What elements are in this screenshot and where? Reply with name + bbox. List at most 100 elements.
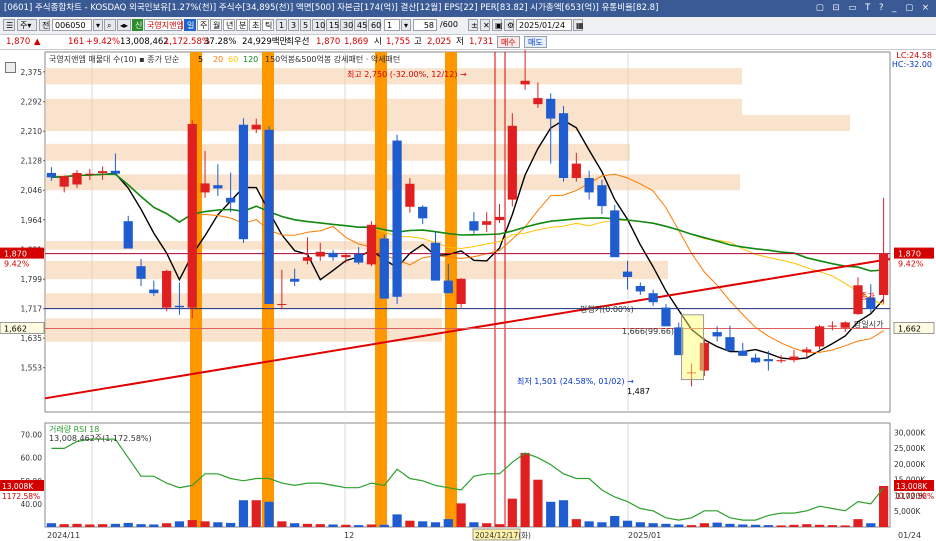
date-input[interactable]: 2025/01/24 — [516, 19, 572, 31]
cross-icon[interactable]: ✕ — [480, 19, 490, 31]
current-price-badge-text: 1,870 — [4, 250, 27, 259]
candle-body — [878, 253, 889, 295]
sub-right-tick: 25,000K — [894, 444, 926, 453]
chart-options-icon[interactable] — [5, 62, 16, 73]
volume-bar — [853, 519, 863, 527]
stock-chart[interactable]: 2,3752,2922,2102,1282,0461,9641,8811,799… — [0, 50, 936, 541]
candle-body — [149, 289, 159, 294]
sub-right-tick: 20,000K — [894, 460, 926, 469]
min-30[interactable]: 30 — [340, 19, 353, 31]
volume-bar — [162, 523, 172, 527]
min-1[interactable]: 1 — [276, 19, 287, 31]
candle-body — [302, 257, 313, 261]
volume-bar — [456, 503, 466, 527]
sub-volume-pct: 1172.58% — [2, 492, 40, 501]
tab-month[interactable]: 월 — [210, 19, 222, 31]
stock-code-input[interactable]: 006050 — [52, 19, 92, 31]
sub-right-tick: 5,000K — [894, 507, 921, 516]
candle-body — [200, 183, 210, 193]
ma-legend-item: 20 — [213, 55, 223, 64]
volume-bar — [712, 522, 722, 527]
volume-bar — [469, 522, 479, 527]
sub-right-badge-text: 13,008K — [896, 482, 928, 491]
count-input[interactable]: 1 — [384, 19, 400, 31]
volume-bar — [686, 525, 697, 527]
search-icon[interactable]: ⌕ — [104, 19, 116, 31]
candle-body — [405, 183, 415, 207]
tab-minute[interactable]: 분 — [236, 19, 248, 31]
sell-button[interactable]: 매도 — [524, 36, 547, 48]
candle-body — [571, 163, 581, 178]
volume: 13,008,462 — [120, 37, 169, 47]
right-ref-badge-text: 1,662 — [898, 324, 921, 333]
sub-right-pct: 1172.58% — [896, 492, 934, 501]
y-tick-label: 2,046 — [21, 186, 43, 195]
candle-body — [443, 280, 453, 294]
min-45[interactable]: 45 — [354, 19, 367, 31]
volume-bar — [213, 522, 223, 527]
volume-bar — [789, 524, 799, 527]
window-controls[interactable]: ▢ ⊡ ▭ T ? _ ▢ × — [816, 0, 932, 17]
candle-body — [584, 178, 594, 193]
volume-bar — [610, 515, 620, 527]
ma-legend-item: 60 — [228, 55, 238, 64]
candle-body — [661, 307, 671, 327]
right-annotation: 종가 — [860, 292, 875, 301]
volume-bar — [507, 498, 517, 527]
x-label: 2025/01 — [628, 531, 661, 540]
all-toggle[interactable]: 전 — [39, 19, 50, 31]
menu-icon[interactable]: ☰ — [3, 19, 15, 31]
tab-day[interactable]: 일 — [184, 19, 196, 31]
market-select[interactable]: 주▾ — [17, 19, 37, 31]
count-dropdown-icon[interactable]: ▾ — [401, 19, 411, 31]
volume-bar — [699, 523, 709, 527]
min-3[interactable]: 3 — [288, 19, 299, 31]
candle-body — [226, 197, 236, 203]
settings-icon[interactable]: ⚙ — [504, 19, 514, 31]
title-bar: [0601] 주식종합차트 - KOSDAQ 외국인보유[1.27%(천)] 주… — [0, 0, 936, 17]
candle-body — [750, 357, 761, 363]
tab-second[interactable]: 초 — [249, 19, 261, 31]
tab-tick[interactable]: 틱 — [262, 19, 274, 31]
ref-price-badge-text: 1,662 — [4, 324, 27, 333]
candle-body — [98, 171, 108, 173]
calendar-icon[interactable]: ▦ — [573, 19, 584, 31]
min-15[interactable]: 15 — [326, 19, 339, 31]
volume-bar — [648, 523, 658, 527]
display-count[interactable]: 58 — [413, 19, 437, 31]
price-change: 161 — [68, 37, 85, 47]
sub-volume-text: 13,008,462주(1,172.58%) — [49, 434, 152, 443]
volume-bar — [366, 524, 377, 527]
candle-body — [213, 185, 223, 189]
volume-bar — [866, 523, 876, 527]
ma-legend-item: 5 — [198, 55, 203, 64]
prev-next-icon[interactable]: ◂▸ — [117, 19, 131, 31]
ask-price: 1,870 — [316, 37, 341, 47]
tab-week[interactable]: 주 — [197, 19, 209, 31]
volume-bar — [379, 524, 389, 527]
candle-body — [315, 251, 325, 257]
candle-body — [46, 172, 57, 178]
buy-button[interactable]: 매수 — [497, 36, 520, 48]
turnover-rate: 37.28% — [204, 37, 237, 47]
volume-bar — [238, 500, 249, 527]
candle-body — [802, 349, 812, 353]
min-5[interactable]: 5 — [300, 19, 311, 31]
volume-bar — [110, 523, 121, 527]
candle-body — [392, 140, 402, 297]
y-tick-label: 2,128 — [21, 157, 43, 166]
tab-year[interactable]: 년 — [223, 19, 235, 31]
volume-bar — [482, 523, 492, 527]
sub-right-tick: 30,000K — [894, 428, 926, 437]
zoom-icon[interactable]: ± — [468, 19, 478, 31]
save-icon[interactable]: ▣ — [492, 19, 503, 31]
up-arrow-icon: ▲ — [34, 37, 41, 47]
min-10[interactable]: 10 — [312, 19, 325, 31]
candle-body — [507, 125, 517, 200]
candle-body — [430, 242, 441, 281]
y-tick-label: 1,964 — [21, 216, 43, 225]
volume-bar — [85, 524, 95, 527]
volume-bar — [290, 523, 300, 527]
dropdown-icon[interactable]: ▾ — [93, 19, 103, 31]
min-60[interactable]: 60 — [368, 19, 381, 31]
